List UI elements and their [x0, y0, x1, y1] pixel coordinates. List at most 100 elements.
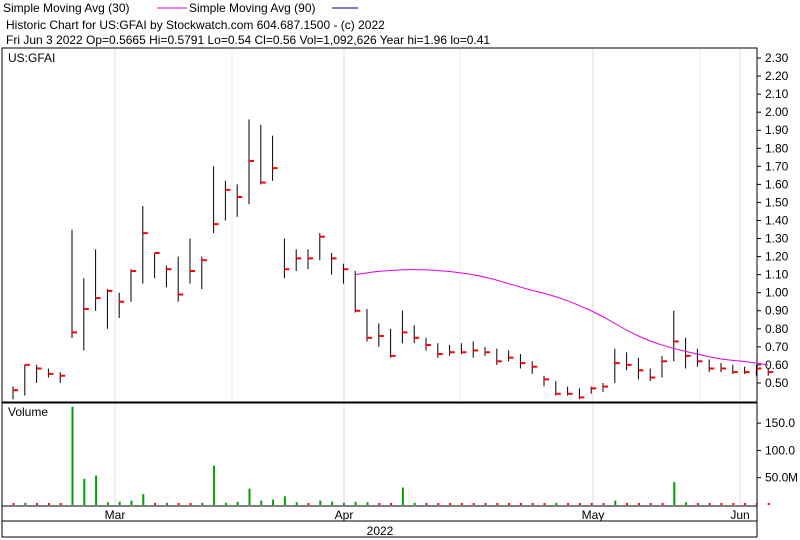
volume-bar — [519, 503, 522, 505]
volume-bar — [413, 502, 416, 505]
price-tick-label: 0.50 — [765, 376, 789, 390]
volume-bar — [531, 503, 534, 505]
volume-bar — [744, 503, 747, 505]
stock-chart: Simple Moving Avg (30) Simple Moving Avg… — [1, 1, 798, 538]
volume-bar — [106, 502, 109, 505]
volume-bar — [177, 503, 180, 505]
volume-bar — [614, 500, 617, 505]
volume-bar — [12, 503, 15, 505]
volume-bar — [472, 503, 475, 505]
month-label: Jun — [730, 508, 749, 522]
volume-bar — [401, 487, 404, 505]
volume-bar — [460, 503, 463, 505]
volume-bar — [661, 503, 664, 505]
volume-tick-label: 150.0 — [765, 416, 795, 430]
volume-bar — [390, 503, 393, 505]
volume-bar — [602, 503, 605, 505]
volume-bar — [71, 406, 74, 505]
volume-bar — [449, 503, 452, 505]
volume-bar — [224, 502, 227, 505]
volume-bar — [708, 503, 711, 505]
volume-bar — [95, 475, 98, 505]
volume-bar — [236, 501, 239, 505]
volume-bar — [24, 502, 27, 505]
month-label: Apr — [335, 508, 354, 522]
volume-bar — [425, 503, 428, 505]
chart-header-line2: Fri Jun 3 2022 Op=0.5665 Hi=0.5791 Lo=0.… — [6, 33, 490, 47]
price-tick-label: 2.00 — [765, 105, 789, 119]
volume-bar — [755, 503, 758, 505]
price-tick-label: 1.10 — [765, 268, 789, 282]
price-tick-label: 1.80 — [765, 141, 789, 155]
volume-axis: 150.0 100.0 50.0 M — [757, 416, 798, 485]
price-tick-label: 1.20 — [765, 250, 789, 264]
volume-bar — [496, 503, 499, 505]
volume-bar — [295, 502, 298, 505]
volume-tick-label: 100.0 — [765, 443, 795, 457]
volume-bar — [720, 503, 723, 505]
volume-bar — [696, 503, 699, 505]
price-tick-label: 1.30 — [765, 232, 789, 246]
volume-bar — [378, 503, 381, 505]
price-tick-label: 1.00 — [765, 286, 789, 300]
volume-bar — [142, 494, 145, 505]
volume-bar — [555, 502, 558, 505]
volume-bar — [283, 496, 286, 505]
price-tick-label: 1.90 — [765, 123, 789, 137]
volume-bar — [189, 503, 192, 505]
price-tick-label: 1.60 — [765, 177, 789, 191]
volume-bar — [342, 502, 345, 505]
legend-sma30-label: Simple Moving Avg (30) — [3, 1, 130, 15]
volume-label: Volume — [8, 405, 48, 419]
volume-bar — [272, 499, 275, 505]
month-label: Mar — [105, 508, 126, 522]
volume-bar — [201, 502, 204, 505]
volume-bar — [437, 503, 440, 505]
volume-bar — [36, 503, 39, 505]
volume-bar — [354, 501, 357, 505]
volume-bar — [590, 503, 593, 505]
price-tick-label: 2.30 — [765, 51, 789, 65]
volume-bar — [543, 503, 546, 505]
volume-bar — [331, 501, 334, 505]
volume-bar — [307, 503, 310, 505]
volume-bar — [47, 503, 50, 505]
chart-header-line1: Historic Chart for US:GFAI by Stockwatch… — [6, 18, 385, 32]
volume-bar — [767, 503, 770, 505]
volume-bar — [59, 503, 62, 505]
symbol-label: US:GFAI — [8, 51, 55, 65]
price-tick-label: 0.70 — [765, 340, 789, 354]
volume-bar — [165, 502, 168, 505]
volume-bar — [248, 488, 251, 505]
price-tick-label: 1.40 — [765, 213, 789, 227]
legend-sma90-label: Simple Moving Avg (90) — [189, 1, 316, 15]
volume-bar — [83, 478, 86, 505]
volume-bar — [130, 500, 133, 505]
volume-bar — [732, 503, 735, 505]
volume-bar — [260, 500, 263, 505]
volume-bar — [366, 502, 369, 505]
price-tick-label: 1.50 — [765, 195, 789, 209]
volume-bar — [685, 502, 688, 505]
volume-bar — [567, 503, 570, 505]
month-label: May — [582, 508, 605, 522]
volume-bar — [154, 503, 157, 505]
price-tick-label: 0.90 — [765, 304, 789, 318]
price-axis: 2.30 2.20 2.10 2.00 1.90 1.80 1.70 1.60 1.50 1.40… — [757, 51, 789, 390]
volume-bar — [626, 503, 629, 505]
price-tick-label: 2.10 — [765, 87, 789, 101]
volume-unit-label: M — [788, 471, 798, 485]
volume-bar — [649, 503, 652, 505]
volume-bar — [637, 503, 640, 505]
volume-bar — [578, 503, 581, 505]
volume-bar — [508, 503, 511, 505]
volume-bar — [118, 501, 121, 505]
year-label: 2022 — [367, 524, 394, 538]
volume-bar — [484, 503, 487, 505]
price-tick-label: 1.70 — [765, 159, 789, 173]
volume-bar — [319, 500, 322, 505]
price-tick-label: 0.80 — [765, 322, 789, 336]
price-tick-label: 2.20 — [765, 69, 789, 83]
volume-bar — [213, 465, 216, 505]
volume-bar — [673, 482, 676, 505]
